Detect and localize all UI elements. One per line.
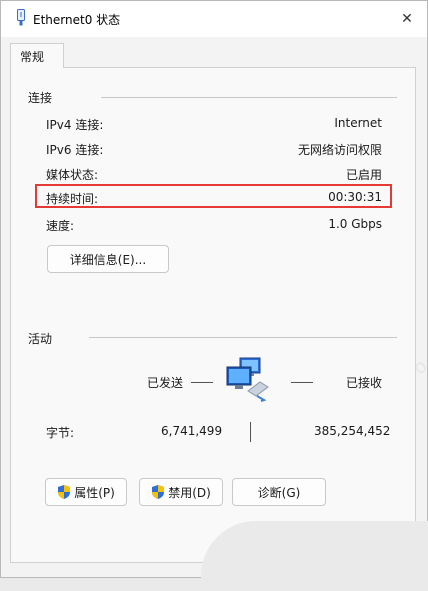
received-label: 已接收 — [346, 376, 383, 390]
bytes-label: 字节: — [46, 426, 75, 440]
window-title: Ethernet0 状态 — [33, 13, 121, 27]
uac-shield-icon — [152, 485, 165, 499]
ipv6-label: IPv6 连接: — [46, 143, 104, 157]
properties-button[interactable]: 属性(P) — [45, 478, 127, 506]
disable-button[interactable]: 禁用(D) — [139, 478, 223, 506]
disable-button-label: 禁用(D) — [168, 485, 211, 500]
duration-value: 00:30:31 — [328, 190, 382, 204]
close-button[interactable]: ✕ — [387, 1, 427, 37]
close-icon: ✕ — [401, 11, 413, 27]
connection-divider — [101, 97, 397, 98]
bytes-separator — [250, 422, 251, 442]
media-state-label: 媒体状态: — [46, 168, 99, 182]
diagnose-button-label: 诊断(G) — [257, 485, 301, 500]
diagnose-button[interactable]: 诊断(G) — [232, 478, 326, 506]
bytes-sent-value: 6,741,499 — [161, 424, 223, 438]
sent-label: 已发送 — [147, 376, 184, 390]
speed-label: 速度: — [46, 219, 75, 233]
status-dialog: 系统部落xitongbuluo.com 系统部落xitongbuluo.com … — [0, 0, 428, 591]
media-state-value: 已启用 — [345, 168, 382, 182]
details-button-label: 详细信息(E)... — [69, 252, 147, 267]
tab-general-label: 常规 — [20, 50, 45, 64]
sent-dash — [191, 382, 213, 383]
connection-section-label: 连接 — [28, 91, 53, 105]
network-adapter-icon — [17, 9, 25, 26]
activity-section-label: 活动 — [28, 332, 53, 346]
received-dash — [291, 382, 313, 383]
speed-value: 1.0 Gbps — [328, 217, 382, 231]
activity-divider — [89, 337, 397, 338]
ipv4-value: Internet — [334, 116, 382, 130]
properties-button-label: 属性(P) — [74, 485, 115, 500]
bytes-received-value: 385,254,452 — [314, 424, 391, 438]
network-computers-icon — [226, 357, 269, 402]
duration-label: 持续时间: — [46, 192, 99, 206]
ipv4-label: IPv4 连接: — [46, 118, 104, 132]
title-bar: Ethernet0 状态 ✕ — [1, 1, 427, 37]
ipv6-value: 无网络访问权限 — [297, 143, 382, 157]
window-corner-cutout — [201, 521, 428, 591]
details-button[interactable]: 详细信息(E)... — [47, 245, 169, 273]
tab-general[interactable]: 常规 — [10, 43, 64, 68]
uac-shield-icon — [58, 485, 71, 499]
